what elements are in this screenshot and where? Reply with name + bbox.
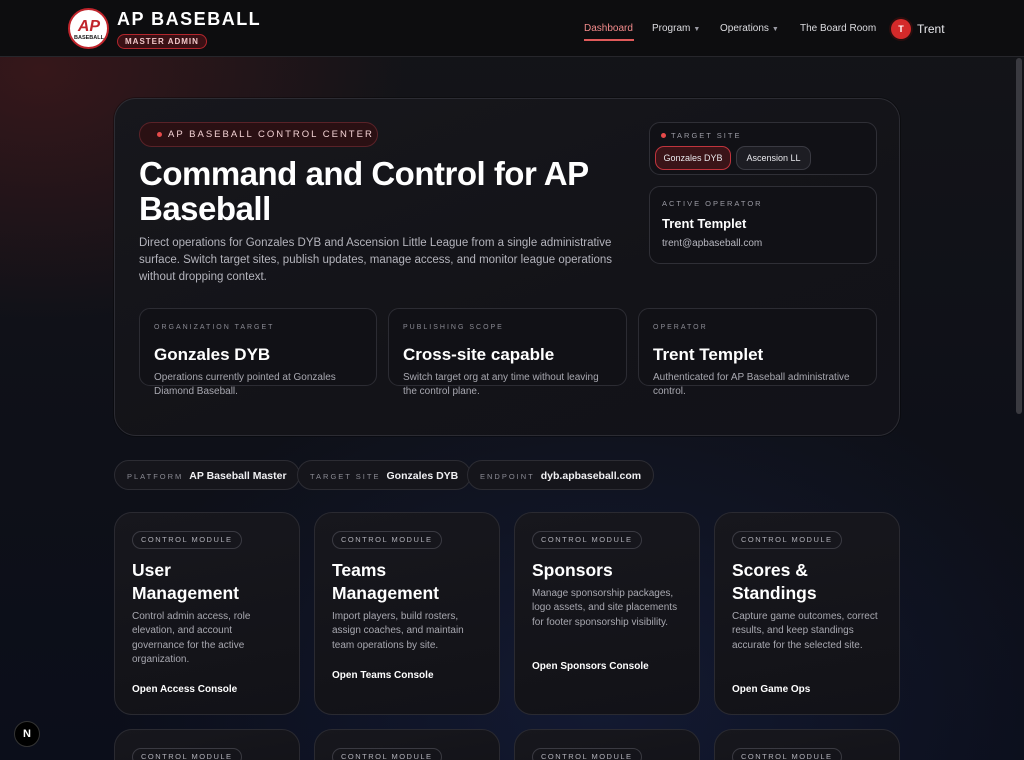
module-card-teams-management[interactable]: CONTROL MODULE Teams Management Import p…	[314, 512, 500, 715]
ap-baseball-logo[interactable]: AP BASEBALL	[68, 8, 109, 49]
module-description: Capture game outcomes, correct results, …	[732, 611, 878, 651]
nav-program-label: Program	[652, 23, 691, 34]
user-name[interactable]: Trent	[917, 22, 945, 36]
brand-title[interactable]: AP BASEBALL	[117, 9, 261, 30]
module-card-sponsors[interactable]: CONTROL MODULE Sponsors Manage sponsorsh…	[514, 512, 700, 715]
stat-label: PUBLISHING SCOPE	[403, 324, 504, 331]
module-card-scores-standings[interactable]: CONTROL MODULE Scores & Standings Captur…	[714, 512, 900, 715]
target-site-label: TARGET SITE	[671, 131, 742, 140]
nav-active-underline	[584, 39, 634, 41]
stat-description: Operations currently pointed at Gonzales…	[154, 372, 336, 397]
open-game-ops-link[interactable]: Open Game Ops	[732, 684, 810, 695]
meta-value: Gonzales DYB	[386, 470, 459, 482]
module-tag: CONTROL MODULE	[332, 748, 442, 760]
module-title: Teams Management	[332, 560, 439, 603]
meta-key: TARGET SITE	[310, 472, 381, 481]
module-tag: CONTROL MODULE	[332, 531, 442, 549]
dev-tools-badge[interactable]: N	[14, 721, 40, 747]
page-scrollbar[interactable]	[1016, 58, 1022, 414]
status-dot-icon	[157, 132, 162, 137]
chevron-down-icon: ▼	[771, 26, 779, 33]
target-site-option-ascension[interactable]: Ascension LL	[736, 146, 811, 170]
meta-pill-platform: PLATFORM AP Baseball Master	[114, 460, 300, 490]
meta-key: PLATFORM	[127, 472, 184, 481]
target-site-option-gonzales[interactable]: Gonzales DYB	[655, 146, 731, 170]
module-description: Manage sponsorship packages, logo assets…	[532, 588, 678, 628]
module-title: User Management	[132, 560, 239, 603]
hero-description: Direct operations for Gonzales DYB and A…	[139, 237, 613, 283]
nav-program[interactable]: Program ▼	[652, 23, 700, 34]
meta-pill-target-site: TARGET SITE Gonzales DYB	[297, 460, 472, 490]
module-description: Import players, build rosters, assign co…	[332, 611, 464, 651]
module-card[interactable]: CONTROL MODULE	[114, 729, 300, 760]
user-avatar[interactable]: T	[891, 19, 911, 39]
module-title: Scores & Standings	[732, 560, 817, 603]
ap-baseball-logo-mark: AP BASEBALL	[74, 18, 105, 41]
nav-dashboard[interactable]: Dashboard	[584, 23, 633, 34]
meta-value: dyb.apbaseball.com	[540, 470, 642, 482]
module-title: Sponsors	[532, 560, 613, 580]
module-card-user-management[interactable]: CONTROL MODULE User Management Control a…	[114, 512, 300, 715]
module-tag: CONTROL MODULE	[732, 748, 842, 760]
meta-value: AP Baseball Master	[189, 470, 287, 482]
nav-board-room[interactable]: The Board Room	[800, 23, 876, 34]
nav-operations-label: Operations	[720, 23, 769, 34]
status-dot-icon	[661, 133, 666, 138]
hero-title: Command and Control for AP Baseball	[139, 155, 589, 227]
stat-value: Cross-site capable	[403, 345, 555, 364]
module-card[interactable]: CONTROL MODULE	[314, 729, 500, 760]
hero-tag-label: AP BASEBALL CONTROL CENTER	[168, 129, 374, 140]
chevron-down-icon: ▼	[693, 26, 701, 33]
stat-description: Switch target org at any time without le…	[403, 372, 599, 397]
open-sponsors-console-link[interactable]: Open Sponsors Console	[532, 661, 649, 672]
module-tag: CONTROL MODULE	[732, 531, 842, 549]
stat-value: Trent Templet	[653, 345, 764, 364]
module-tag: CONTROL MODULE	[132, 748, 242, 760]
stat-description: Authenticated for AP Baseball administra…	[653, 372, 850, 397]
stat-card-organization: ORGANIZATION TARGET Gonzales DYB Operati…	[139, 308, 377, 397]
active-operator-card: ACTIVE OPERATOR Trent Templet trent@apba…	[649, 186, 877, 264]
open-teams-console-link[interactable]: Open Teams Console	[332, 670, 434, 681]
operator-email: trent@apbaseball.com	[662, 238, 763, 249]
module-card[interactable]: CONTROL MODULE	[514, 729, 700, 760]
module-tag: CONTROL MODULE	[532, 748, 642, 760]
stat-label: ORGANIZATION TARGET	[154, 324, 275, 331]
hero-tag: AP BASEBALL CONTROL CENTER	[139, 122, 378, 147]
top-navigation-bar: AP BASEBALL AP BASEBALL MASTER ADMIN Das…	[0, 0, 1024, 57]
role-badge: MASTER ADMIN	[117, 34, 207, 49]
module-description: Control admin access, role elevation, an…	[132, 611, 251, 665]
stat-card-operator: OPERATOR Trent Templet Authenticated for…	[638, 308, 877, 397]
logo-letters: AP	[76, 18, 100, 35]
hero-panel: AP BASEBALL CONTROL CENTER Command and C…	[114, 98, 900, 436]
stat-card-publishing: PUBLISHING SCOPE Cross-site capable Swit…	[388, 308, 627, 397]
open-access-console-link[interactable]: Open Access Console	[132, 684, 237, 695]
stat-value: Gonzales DYB	[154, 345, 271, 364]
meta-pill-endpoint: ENDPOINT dyb.apbaseball.com	[467, 460, 655, 490]
stat-label: OPERATOR	[653, 324, 708, 331]
module-card[interactable]: CONTROL MODULE	[714, 729, 900, 760]
active-operator-label: ACTIVE OPERATOR	[662, 199, 763, 208]
nav-operations[interactable]: Operations ▼	[720, 23, 779, 34]
meta-key: ENDPOINT	[480, 472, 535, 481]
operator-name: Trent Templet	[662, 216, 747, 231]
target-site-switcher: TARGET SITE Gonzales DYB Ascension LL	[649, 122, 877, 175]
module-tag: CONTROL MODULE	[532, 531, 642, 549]
logo-wordmark: BASEBALL	[74, 35, 105, 41]
module-tag: CONTROL MODULE	[132, 531, 242, 549]
